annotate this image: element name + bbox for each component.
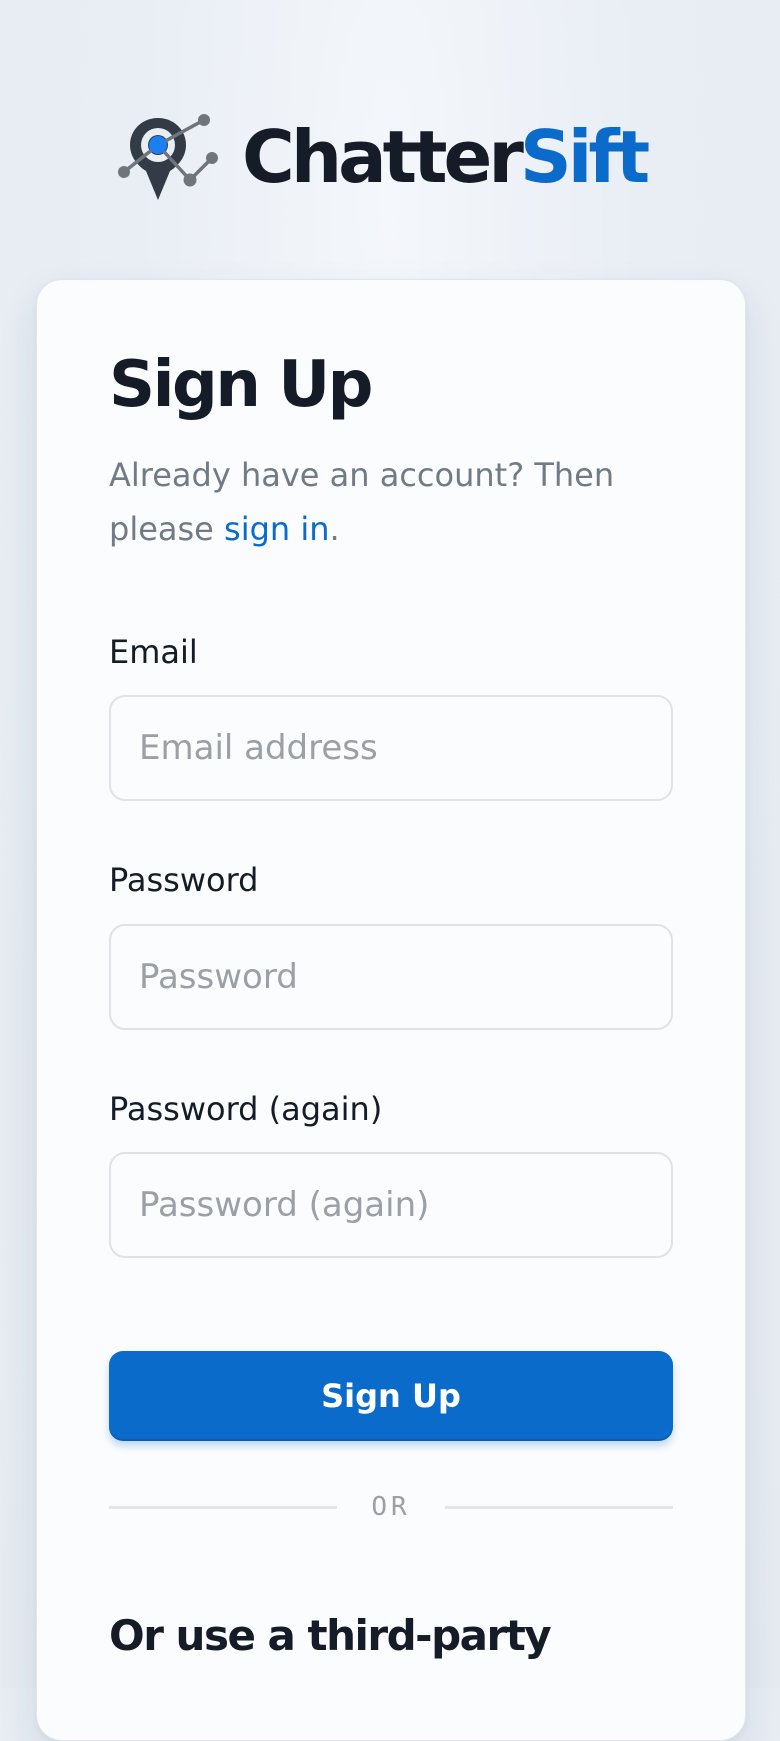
brand-logo[interactable]: ChatterSift bbox=[118, 112, 650, 202]
email-label: Email bbox=[109, 633, 198, 671]
signin-prompt-text: Already have an account? Then please bbox=[109, 456, 615, 548]
brand-name-part2: Sift bbox=[519, 115, 650, 199]
password-field[interactable] bbox=[109, 924, 673, 1030]
brand-name: ChatterSift bbox=[242, 121, 650, 193]
third-party-heading: Or use a third-party bbox=[109, 1611, 552, 1660]
divider-line-right bbox=[445, 1506, 673, 1509]
password-label: Password bbox=[109, 861, 259, 899]
signup-button[interactable]: Sign Up bbox=[109, 1351, 673, 1441]
or-divider: OR bbox=[109, 1492, 673, 1522]
signup-card: Sign Up Already have an account? Then pl… bbox=[36, 279, 746, 1741]
password-again-field[interactable] bbox=[109, 1152, 673, 1258]
signin-prompt: Already have an account? Then please sig… bbox=[109, 448, 673, 556]
email-field[interactable] bbox=[109, 695, 673, 801]
brand-name-part1: Chatter bbox=[242, 115, 524, 199]
signin-link[interactable]: sign in bbox=[224, 510, 330, 548]
map-pin-network-icon bbox=[118, 114, 218, 200]
password-again-label: Password (again) bbox=[109, 1090, 383, 1128]
page-title: Sign Up bbox=[109, 348, 373, 422]
signin-prompt-period: . bbox=[329, 510, 340, 548]
